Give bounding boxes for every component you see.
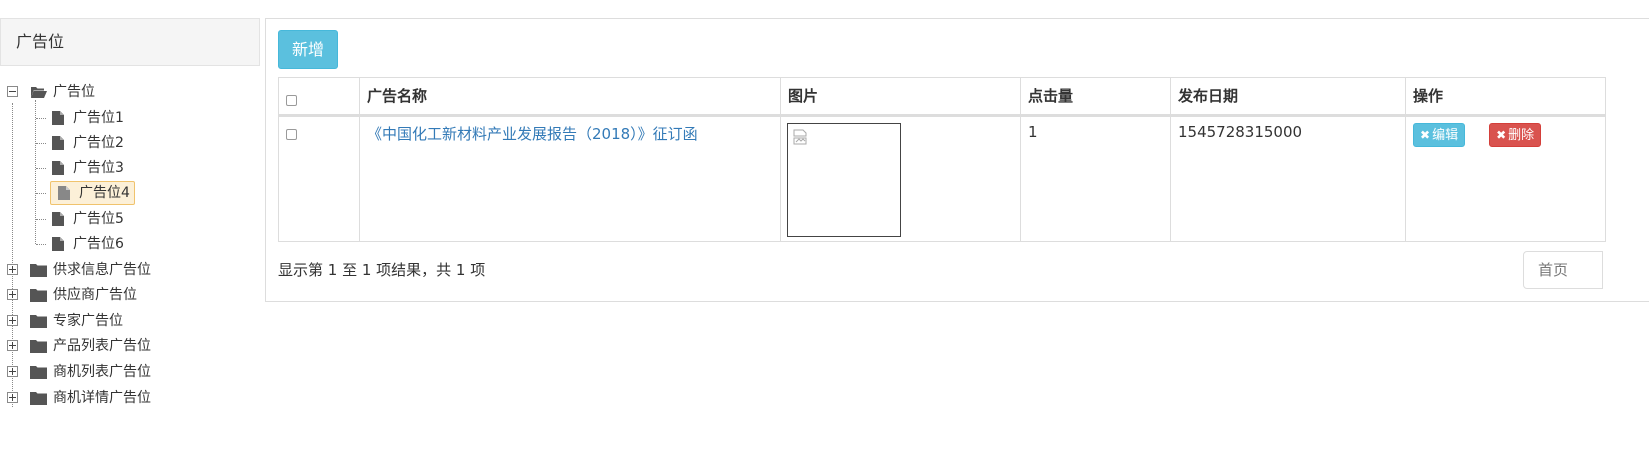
tree-node-label: 产品列表广告位 bbox=[53, 338, 151, 354]
file-icon bbox=[52, 161, 64, 175]
folder-icon bbox=[30, 288, 47, 302]
tree-node-label: 广告位1 bbox=[73, 110, 124, 126]
ad-name-link[interactable]: 《中国化工新材料产业发展报告（2018）》征订函 bbox=[367, 125, 698, 143]
expand-icon[interactable] bbox=[7, 289, 18, 300]
folder-icon bbox=[30, 339, 47, 353]
edit-button[interactable]: ✖ 编辑 bbox=[1413, 123, 1466, 147]
column-header-clicks[interactable]: 点击量 bbox=[1020, 77, 1171, 117]
row-checkbox[interactable] bbox=[286, 129, 297, 140]
file-icon bbox=[52, 237, 64, 251]
folder-open-icon bbox=[30, 86, 47, 99]
add-button[interactable]: 新增 bbox=[278, 30, 338, 69]
close-icon: ✖ bbox=[1496, 128, 1507, 142]
tree-node-child-3[interactable]: 广告位3 bbox=[36, 156, 124, 180]
tree-node-label: 广告位 bbox=[53, 84, 95, 100]
file-icon bbox=[52, 111, 64, 125]
tree-node-root[interactable]: 广告位 bbox=[0, 80, 200, 104]
file-icon bbox=[52, 136, 64, 150]
collapse-icon[interactable] bbox=[7, 86, 18, 97]
expand-icon[interactable] bbox=[7, 264, 18, 275]
tree-node-label: 商机详情广告位 bbox=[53, 390, 151, 406]
ad-image bbox=[787, 123, 901, 237]
tree-connector bbox=[36, 244, 46, 245]
expand-icon[interactable] bbox=[7, 340, 18, 351]
tree-node-selected[interactable]: 广告位4 bbox=[50, 181, 135, 205]
tree-node-child-4[interactable]: 广告位4 bbox=[36, 181, 135, 205]
tree-connector bbox=[36, 143, 46, 144]
tree-connector bbox=[36, 219, 46, 220]
tree-node-group-4[interactable]: 产品列表广告位 bbox=[0, 334, 200, 358]
folder-icon bbox=[30, 365, 47, 379]
tree-node-child-6[interactable]: 广告位6 bbox=[36, 232, 124, 256]
ad-image-cell bbox=[780, 115, 1021, 242]
pagination-summary: 显示第 1 至 1 项结果，共 1 项 bbox=[278, 261, 486, 279]
column-header-actions: 操作 bbox=[1405, 77, 1606, 117]
ad-name-cell: 《中国化工新材料产业发展报告（2018）》征订函 bbox=[359, 115, 781, 242]
folder-icon bbox=[30, 314, 47, 328]
row-select-cell bbox=[278, 115, 360, 242]
close-icon: ✖ bbox=[1420, 128, 1431, 142]
tree-connector bbox=[36, 193, 46, 194]
tree-node-label: 广告位6 bbox=[73, 236, 124, 252]
tree-node-group-1[interactable]: 供求信息广告位 bbox=[0, 258, 200, 282]
tree-node-group-2[interactable]: 供应商广告位 bbox=[0, 283, 200, 307]
tree-node-child-2[interactable]: 广告位2 bbox=[36, 131, 124, 155]
tree-node-label: 专家广告位 bbox=[53, 313, 123, 329]
ad-table: 广告名称 图片 点击量 发布日期 操作 《中国化工新材料产业发展报告（2018）… bbox=[278, 77, 1606, 242]
tree-node-label: 广告位2 bbox=[73, 135, 124, 151]
date-cell: 1545728315000 bbox=[1170, 115, 1406, 242]
tree-node-label: 广告位3 bbox=[73, 160, 124, 176]
tree-panel: 广告位 广告位 广告位1 广告位2 广告位3 广告位4 广告位5 广告位6 供求… bbox=[0, 18, 260, 438]
actions-cell: ✖ 编辑 ✖ 删除 bbox=[1405, 115, 1606, 242]
tree-connector bbox=[36, 168, 46, 169]
tree-node-label: 供应商广告位 bbox=[53, 287, 137, 303]
clicks-cell: 1 bbox=[1020, 115, 1171, 242]
delete-button[interactable]: ✖ 删除 bbox=[1489, 123, 1542, 147]
tree-node-group-3[interactable]: 专家广告位 bbox=[0, 309, 200, 333]
tree-node-label: 商机列表广告位 bbox=[53, 364, 151, 380]
content-panel: 新增 广告名称 图片 点击量 发布日期 操作 《中国化工新材料产业发展报告（20… bbox=[265, 18, 1649, 302]
edit-label: 编辑 bbox=[1432, 128, 1459, 143]
tree-node-label: 广告位5 bbox=[73, 211, 124, 227]
tree-heading: 广告位 bbox=[0, 18, 260, 66]
folder-icon bbox=[30, 263, 47, 277]
column-header-name[interactable]: 广告名称 bbox=[359, 77, 781, 117]
tree-node-label: 广告位4 bbox=[79, 185, 130, 201]
broken-image-icon bbox=[793, 129, 807, 145]
tree-node-group-6[interactable]: 商机详情广告位 bbox=[0, 386, 200, 410]
column-header-date[interactable]: 发布日期 bbox=[1170, 77, 1406, 117]
expand-icon[interactable] bbox=[7, 366, 18, 377]
file-icon bbox=[52, 212, 64, 226]
folder-icon bbox=[30, 391, 47, 405]
expand-icon[interactable] bbox=[7, 315, 18, 326]
tree-node-group-5[interactable]: 商机列表广告位 bbox=[0, 360, 200, 384]
table-row: 《中国化工新材料产业发展报告（2018）》征订函 1 1545728315000… bbox=[278, 115, 1606, 242]
pager-first-button[interactable]: 首页 bbox=[1523, 251, 1603, 289]
tree-connector bbox=[36, 118, 46, 119]
column-header-image[interactable]: 图片 bbox=[780, 77, 1021, 117]
tree-node-child-5[interactable]: 广告位5 bbox=[36, 207, 124, 231]
tree-node-label: 供求信息广告位 bbox=[53, 262, 151, 278]
table-header-row: 广告名称 图片 点击量 发布日期 操作 bbox=[278, 77, 1606, 117]
expand-icon[interactable] bbox=[7, 392, 18, 403]
tree-node-child-1[interactable]: 广告位1 bbox=[36, 106, 124, 130]
select-all-cell bbox=[278, 77, 360, 117]
delete-label: 删除 bbox=[1508, 128, 1535, 143]
file-icon bbox=[58, 186, 70, 200]
select-all-checkbox[interactable] bbox=[286, 95, 297, 106]
